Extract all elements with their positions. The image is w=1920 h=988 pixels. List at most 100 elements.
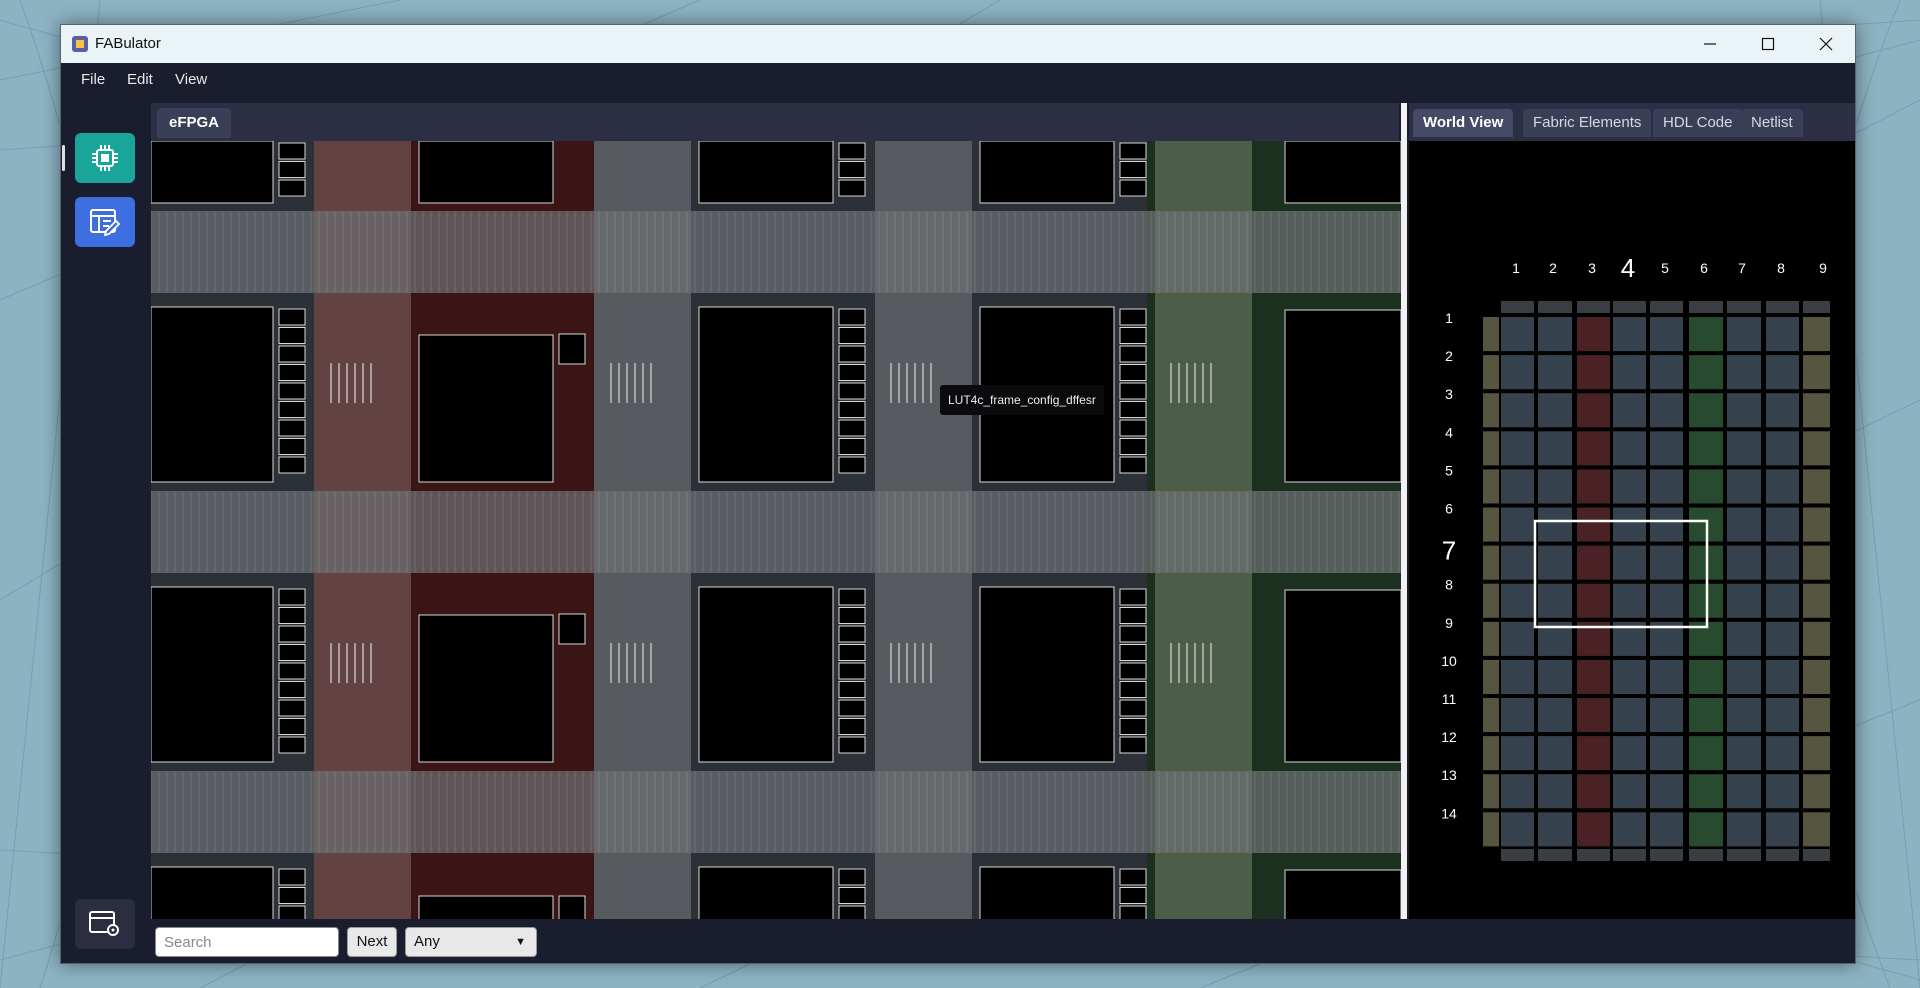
maximize-button[interactable] (1739, 25, 1797, 63)
register-cell (278, 382, 306, 400)
tile-io-bottom (1650, 849, 1683, 861)
search-input[interactable] (155, 927, 339, 957)
tile (1766, 507, 1799, 542)
tile (1689, 736, 1723, 771)
tile (1766, 545, 1799, 580)
register-cell (278, 662, 306, 680)
tile (1650, 736, 1683, 771)
register-cell (1119, 736, 1147, 754)
register-cell (278, 718, 306, 735)
tile (1803, 736, 1830, 771)
register-cell (1119, 662, 1147, 680)
tile (1538, 583, 1572, 618)
fabric-view-button[interactable] (75, 133, 135, 183)
panel-splitter[interactable] (1401, 103, 1407, 919)
logic-tile-box (698, 141, 834, 204)
register-cell (838, 644, 866, 661)
tab-world-view[interactable]: World View (1413, 109, 1514, 137)
maximize-icon (1761, 37, 1775, 51)
tile-io-bottom (1538, 849, 1572, 861)
fabric-layout[interactable] (151, 141, 1401, 921)
register-cell (278, 161, 306, 178)
world-grid[interactable]: 1 2 3 4 5 6 7 8 91234567891011121314 (1409, 141, 1855, 921)
tile (1650, 507, 1683, 542)
search-bar: Next Any ▼ (141, 919, 1855, 963)
tile-io-top (1613, 301, 1646, 313)
row-label: 6 (1445, 501, 1453, 517)
filter-select[interactable]: Any ▼ (405, 927, 537, 957)
logic-tile-box (151, 141, 274, 204)
register-cell (838, 179, 866, 197)
tile (1577, 583, 1610, 618)
menu-view[interactable]: View (175, 71, 207, 88)
menu-file[interactable]: File (81, 71, 105, 88)
tab-efpga[interactable]: eFPGA (157, 108, 232, 138)
register-cell (278, 179, 306, 197)
tile (1727, 621, 1761, 656)
sidebar (61, 97, 141, 963)
tile (1766, 317, 1799, 352)
app-window: FABulator File Edit View eFPGA LUT4c_fra… (60, 24, 1856, 964)
tile (1577, 469, 1610, 504)
register-cell (838, 681, 866, 698)
tile (1650, 698, 1683, 733)
column-label: 8 (1777, 260, 1785, 276)
tile (1727, 774, 1761, 809)
tile (1483, 431, 1499, 466)
row-label: 11 (1442, 691, 1457, 707)
register-cell (278, 456, 306, 474)
io-cell (558, 895, 586, 921)
logic-tile-box (979, 586, 1115, 763)
register-cell (838, 868, 866, 886)
tile (1483, 545, 1499, 580)
fabric-canvas[interactable]: LUT4c_frame_config_dffesr (151, 141, 1401, 921)
register-cell (838, 401, 866, 418)
tile (1766, 621, 1799, 656)
tile (1727, 393, 1761, 428)
tile (1803, 774, 1830, 809)
row-label: 10 (1441, 653, 1457, 669)
tile (1613, 812, 1646, 847)
tile (1501, 736, 1534, 771)
register-cell (1119, 588, 1147, 606)
logic-tile-box (151, 586, 274, 763)
close-icon (1819, 37, 1833, 51)
active-indicator (62, 145, 65, 171)
register-cell (278, 345, 306, 363)
register-cell (278, 327, 306, 344)
register-cell (1119, 179, 1147, 197)
tile (1501, 659, 1534, 694)
tile (1538, 774, 1572, 809)
register-cell (1119, 364, 1147, 381)
minimize-button[interactable] (1681, 25, 1739, 63)
row-label: 2 (1445, 348, 1453, 364)
register-cell (838, 308, 866, 326)
row-label: 5 (1445, 462, 1453, 478)
tile (1538, 507, 1572, 542)
next-button[interactable]: Next (347, 927, 397, 957)
editor-view-button[interactable] (75, 197, 135, 247)
tile (1803, 659, 1830, 694)
tile-io-bottom (1727, 849, 1761, 861)
tile (1727, 431, 1761, 466)
tile-io-bottom (1613, 849, 1646, 861)
close-button[interactable] (1797, 25, 1855, 63)
world-view-minimap[interactable]: 1 2 3 4 5 6 7 8 9 1 2 3 4 5 6 7 8 9 10 11 12 13 14 (1409, 141, 1855, 921)
register-cell (278, 438, 306, 455)
tile (1501, 469, 1534, 504)
tab-fabric-elements[interactable]: Fabric Elements (1523, 109, 1652, 137)
register-cell (278, 887, 306, 904)
menu-edit[interactable]: Edit (127, 71, 153, 88)
tile (1483, 583, 1499, 618)
register-cell (838, 161, 866, 178)
column-label: 5 (1661, 260, 1669, 276)
settings-button[interactable] (75, 899, 135, 949)
chip-icon (92, 145, 118, 171)
tab-hdl-code[interactable]: HDL Code (1653, 109, 1743, 137)
tab-netlist[interactable]: Netlist (1741, 109, 1803, 137)
register-cell (838, 607, 866, 624)
tile (1766, 812, 1799, 847)
register-cell (838, 419, 866, 437)
horizontal-wire-band (151, 211, 1401, 293)
register-cell (1119, 438, 1147, 455)
